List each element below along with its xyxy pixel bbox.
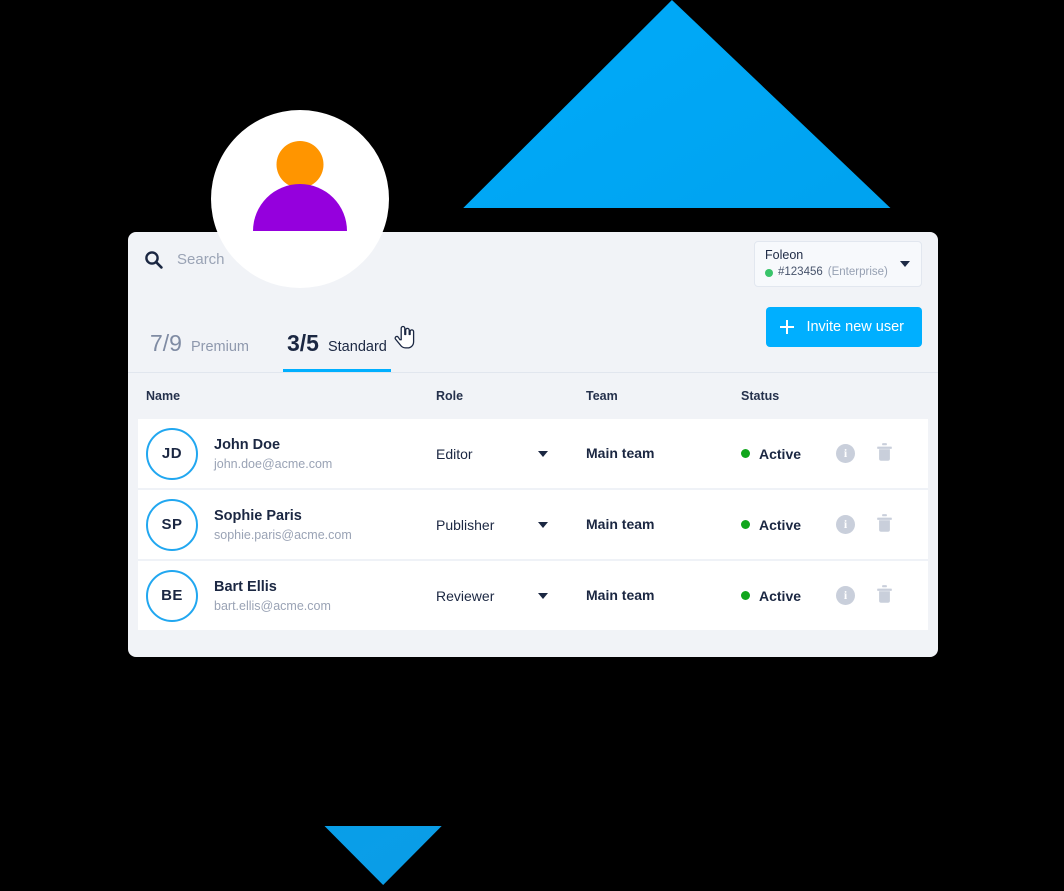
chevron-down-icon[interactable] — [900, 261, 910, 267]
avatar: SP — [146, 498, 198, 551]
team-label: Main team — [586, 515, 655, 532]
status-badge: Active — [741, 517, 836, 533]
column-header-team: Team — [586, 389, 618, 403]
account-status-dot — [765, 268, 773, 277]
user-identity: John Doe john.doe@acme.com — [214, 436, 332, 472]
user-cell: SP Sophie Paris sophie.paris@acme.com — [146, 498, 436, 551]
status-badge: Active — [741, 446, 836, 462]
status-badge: Active — [741, 588, 836, 604]
chevron-down-icon[interactable] — [538, 592, 548, 599]
tabs-and-actions-row: 7/9 Premium 3/5 Standard Invite new user — [128, 296, 938, 373]
user-name: Sophie Paris — [214, 507, 302, 524]
plus-icon — [780, 320, 795, 334]
decorative-user-avatar-badge — [211, 110, 389, 288]
tab-premium[interactable]: 7/9 Premium — [146, 330, 253, 372]
user-identity: Sophie Paris sophie.paris@acme.com — [214, 507, 352, 543]
account-meta: #123456 (Enterprise) — [765, 266, 911, 279]
account-name: Foleon — [765, 248, 804, 262]
chevron-down-icon[interactable] — [538, 521, 548, 528]
user-cell: BE Bart Ellis bart.ellis@acme.com — [146, 569, 436, 622]
avatar-head-shape — [276, 141, 324, 188]
table-row: JD John Doe john.doe@acme.com Editor Main te… — [138, 419, 928, 490]
user-identity: Bart Ellis bart.ellis@acme.com — [214, 578, 331, 614]
row-actions: i — [836, 441, 926, 467]
status-dot — [741, 520, 750, 529]
team-label: Main team — [586, 444, 655, 461]
invite-new-user-button[interactable]: Invite new user — [766, 307, 922, 347]
trash-icon[interactable] — [875, 583, 894, 609]
team-cell: Main team — [586, 445, 741, 463]
status-dot — [741, 591, 750, 600]
tab-premium-label: Premium — [190, 339, 249, 355]
account-selector[interactable]: Foleon #123456 (Enterprise) — [754, 241, 922, 287]
table-row: BE Bart Ellis bart.ellis@acme.com Reviewer M… — [138, 561, 928, 630]
invite-new-user-label: Invite new user — [806, 319, 904, 335]
tab-standard-label: Standard — [327, 339, 387, 355]
search-icon — [144, 250, 163, 269]
tab-standard[interactable]: 3/5 Standard — [283, 330, 391, 372]
account-plan: (Enterprise) — [827, 266, 888, 278]
row-actions: i — [836, 512, 926, 538]
status-label: Active — [759, 516, 802, 533]
column-header-role: Role — [436, 389, 464, 403]
status-label: Active — [759, 587, 802, 604]
user-table-body: JD John Doe john.doe@acme.com Editor Main te… — [128, 419, 938, 640]
status-label: Active — [759, 445, 802, 462]
team-label: Main team — [586, 586, 655, 603]
role-dropdown[interactable]: Publisher — [436, 517, 586, 533]
info-icon[interactable]: i — [836, 586, 855, 605]
user-management-card: Foleon #123456 (Enterprise) 7/9 Premium … — [128, 232, 938, 657]
user-name: Bart Ellis — [214, 578, 277, 595]
user-email: john.doe@acme.com — [214, 456, 333, 471]
user-email: sophie.paris@acme.com — [214, 527, 352, 542]
user-email: bart.ellis@acme.com — [214, 598, 331, 613]
column-header-status: Status — [741, 389, 780, 403]
team-cell: Main team — [586, 516, 741, 534]
role-label: Publisher — [436, 516, 495, 533]
column-header-name: Name — [146, 389, 181, 403]
row-actions: i — [836, 583, 926, 609]
account-id: #123456 — [778, 266, 823, 278]
user-cell: JD John Doe john.doe@acme.com — [146, 427, 436, 480]
role-label: Editor — [436, 445, 473, 462]
avatar: JD — [146, 427, 198, 480]
tab-premium-count: 7/9 — [150, 330, 182, 356]
role-dropdown[interactable]: Reviewer — [436, 588, 586, 604]
status-dot — [741, 449, 750, 458]
tab-standard-count: 3/5 — [287, 330, 319, 356]
chevron-down-icon[interactable] — [538, 450, 548, 457]
trash-icon[interactable] — [875, 441, 894, 467]
avatar-body-shape — [253, 184, 347, 231]
role-label: Reviewer — [436, 587, 495, 604]
table-row: SP Sophie Paris sophie.paris@acme.com Publi… — [138, 490, 928, 561]
info-icon[interactable]: i — [836, 444, 855, 463]
plan-tabs: 7/9 Premium 3/5 Standard — [146, 330, 391, 372]
avatar: BE — [146, 569, 198, 622]
team-cell: Main team — [586, 587, 741, 605]
role-dropdown[interactable]: Editor — [436, 446, 586, 462]
user-name: John Doe — [214, 436, 281, 453]
trash-icon[interactable] — [875, 512, 894, 538]
info-icon[interactable]: i — [836, 515, 855, 534]
table-header-row: Name Role Team Status — [128, 373, 938, 419]
